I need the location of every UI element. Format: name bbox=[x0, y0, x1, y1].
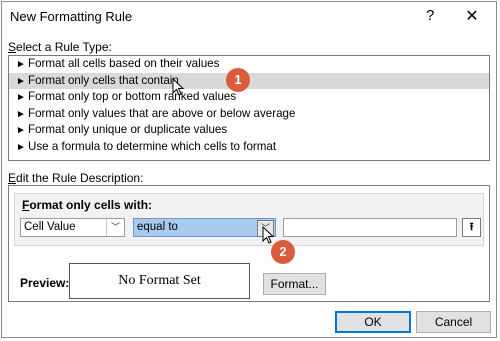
rule-type-list[interactable]: ► Format all cells based on their values … bbox=[8, 55, 490, 161]
ok-button[interactable]: OK bbox=[335, 311, 411, 333]
title-bar: New Formatting Rule ? ✕ bbox=[2, 2, 496, 32]
arrow-right-icon: ► bbox=[16, 92, 26, 104]
range-select-icon[interactable]: ⭱ bbox=[462, 218, 481, 237]
arrow-right-icon: ► bbox=[16, 141, 26, 153]
cancel-button[interactable]: Cancel bbox=[416, 311, 491, 333]
arrow-right-icon: ► bbox=[16, 59, 26, 70]
new-formatting-rule-dialog: New Formatting Rule ? ✕ Select a Rule Ty… bbox=[1, 1, 497, 338]
close-icon[interactable]: ✕ bbox=[464, 6, 480, 25]
arrow-right-icon: ► bbox=[16, 108, 26, 120]
callout-marker-1: 1 bbox=[226, 68, 250, 92]
rule-description-panel: Format only cells with: Cell Value ﹀ equ… bbox=[8, 185, 490, 302]
dialog-title: New Formatting Rule bbox=[10, 9, 133, 24]
help-icon[interactable]: ? bbox=[426, 7, 434, 24]
value-input[interactable] bbox=[283, 218, 457, 237]
rule-type-item[interactable]: ► Format only top or bottom ranked values bbox=[9, 89, 489, 106]
arrow-right-icon: ► bbox=[16, 125, 26, 137]
mouse-cursor-icon bbox=[172, 78, 184, 96]
rule-type-item[interactable]: ► Format only unique or duplicate values bbox=[9, 122, 489, 139]
operator-dropdown[interactable]: equal to ﹀ bbox=[133, 218, 276, 237]
rule-type-item[interactable]: ► Format only values that are above or be… bbox=[9, 106, 489, 123]
rule-description-heading: Edit the Rule Description: bbox=[8, 171, 144, 185]
format-only-panel: Format only cells with: Cell Value ﹀ equ… bbox=[14, 193, 484, 246]
rule-type-item[interactable]: ► Use a formula to determine which cells … bbox=[9, 139, 489, 156]
callout-marker-2: 2 bbox=[271, 240, 295, 264]
chevron-down-icon[interactable]: ﹀ bbox=[106, 219, 124, 236]
format-only-label: Format only cells with: bbox=[22, 198, 153, 212]
preview-box: No Format Set bbox=[69, 263, 250, 299]
cell-value-dropdown[interactable]: Cell Value ﹀ bbox=[20, 218, 125, 237]
rule-type-item[interactable]: ► Format all cells based on their values bbox=[9, 56, 489, 73]
rule-type-heading: Select a Rule Type: bbox=[8, 40, 112, 54]
format-button[interactable]: Format... bbox=[263, 273, 326, 295]
preview-label: Preview: bbox=[20, 276, 70, 290]
mouse-cursor-icon bbox=[262, 226, 274, 244]
arrow-right-icon: ► bbox=[16, 75, 26, 87]
